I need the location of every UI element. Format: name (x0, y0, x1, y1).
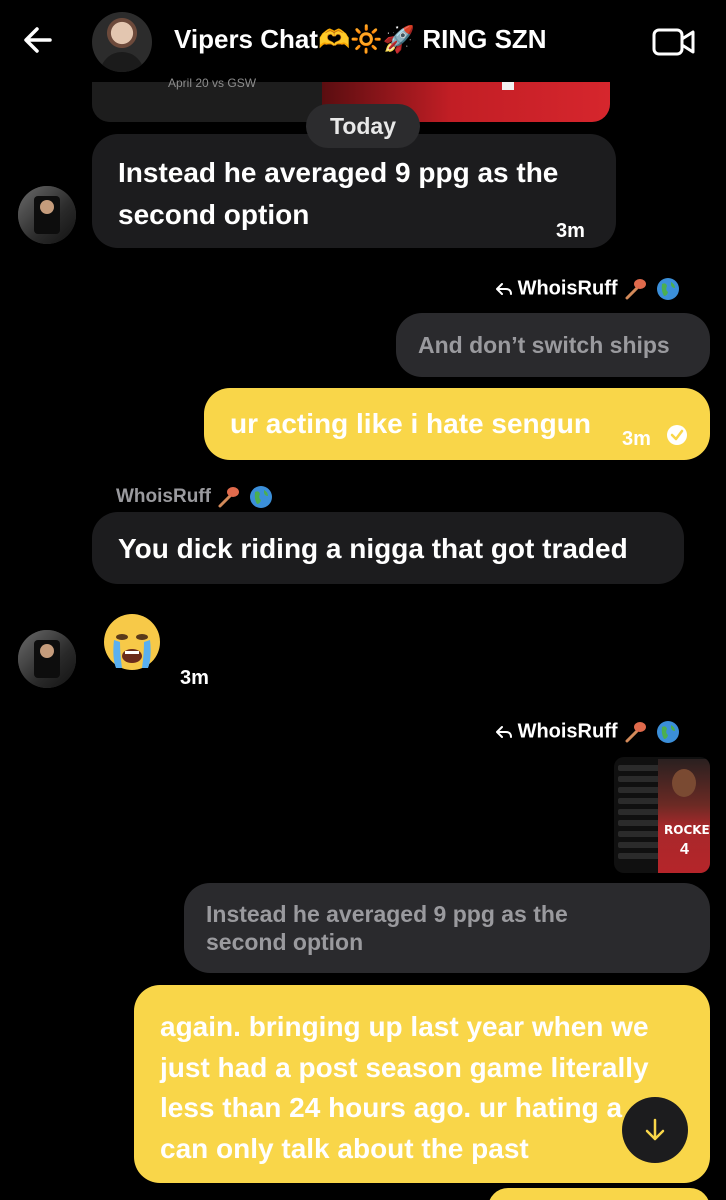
stat-rows (618, 765, 660, 869)
stat-row (618, 853, 660, 859)
reply-arrow-icon (496, 283, 512, 295)
fire-icon (625, 722, 647, 743)
reply-to-name: WhoisRuff (517, 277, 618, 300)
message-text: You dick riding a nigga that got traded (118, 533, 628, 564)
sender-avatar[interactable] (18, 186, 76, 244)
reply-indicator: WhoisRuff (496, 276, 681, 302)
stat-row (618, 820, 660, 826)
read-check-icon (667, 425, 687, 445)
arrow-left-icon (24, 27, 52, 53)
avatar-shirt (100, 52, 144, 72)
globe-icon (249, 486, 272, 508)
crying-face-icon (104, 614, 160, 670)
arrow-down-icon (645, 1118, 665, 1141)
scroll-to-bottom-button[interactable] (622, 1097, 688, 1163)
reply-indicator: WhoisRuff (496, 719, 681, 745)
message-bubble-outgoing[interactable]: again. bringing up last year when we jus… (134, 985, 710, 1183)
message-time: 3m (622, 428, 651, 450)
media-caption: April 20 vs GSW (168, 76, 257, 90)
stat-row (618, 787, 660, 793)
globe-icon (656, 721, 679, 743)
sender-avatar[interactable] (18, 630, 76, 688)
chat-header: Vipers Chat🫶🔆🚀 RING SZN (0, 0, 726, 82)
stat-row (618, 765, 660, 771)
jersey-number: 4 (680, 841, 689, 858)
video-call-button[interactable] (652, 27, 696, 57)
quoted-message[interactable]: And don’t switch ships (396, 313, 710, 377)
video-camera-icon (652, 28, 695, 56)
fire-icon (218, 487, 240, 508)
group-avatar[interactable] (92, 12, 152, 72)
fire-icon (625, 279, 647, 300)
reply-to-name: WhoisRuff (517, 720, 618, 743)
quoted-text: And don’t switch ships (418, 332, 670, 358)
chat-screen: Vipers Chat🫶🔆🚀 RING SZN April 20 vs GSW … (0, 0, 726, 1200)
quoted-text: Instead he averaged 9 ppg as the second … (206, 901, 568, 955)
message-bubble-outgoing-partial[interactable] (488, 1188, 710, 1200)
reply-arrow-icon (496, 726, 512, 738)
sender-name-label: WhoisRuff (116, 484, 274, 510)
globe-icon (656, 278, 679, 300)
back-button[interactable] (20, 22, 56, 58)
player-photo: ROCKETS 4 (658, 759, 710, 873)
jersey-team-text: ROCKETS (664, 823, 710, 837)
message-text: Instead he averaged 9 ppg as the second … (118, 157, 559, 230)
image-attachment-thumbnail[interactable]: ROCKETS 4 (614, 757, 710, 873)
message-bubble-outgoing[interactable]: ur acting like i hate sengun 3m (204, 388, 710, 460)
emoji-message[interactable] (100, 610, 164, 674)
sender-name: WhoisRuff (116, 486, 211, 508)
avatar-head (40, 644, 54, 658)
stat-row (618, 809, 660, 815)
player-face (672, 769, 696, 797)
message-bubble-incoming[interactable]: You dick riding a nigga that got traded (92, 512, 684, 584)
stat-row (618, 842, 660, 848)
quoted-message[interactable]: Instead he averaged 9 ppg as the second … (184, 883, 710, 973)
stat-row (618, 831, 660, 837)
avatar-head (40, 200, 54, 214)
date-separator: Today (306, 104, 420, 148)
stat-row (618, 798, 660, 804)
message-bubble-incoming[interactable]: Instead he averaged 9 ppg as the second … (92, 134, 616, 248)
message-time: 3m (556, 220, 585, 242)
message-time: 3m (180, 667, 209, 689)
chat-title[interactable]: Vipers Chat🫶🔆🚀 RING SZN (174, 24, 547, 55)
stat-row (618, 776, 660, 782)
